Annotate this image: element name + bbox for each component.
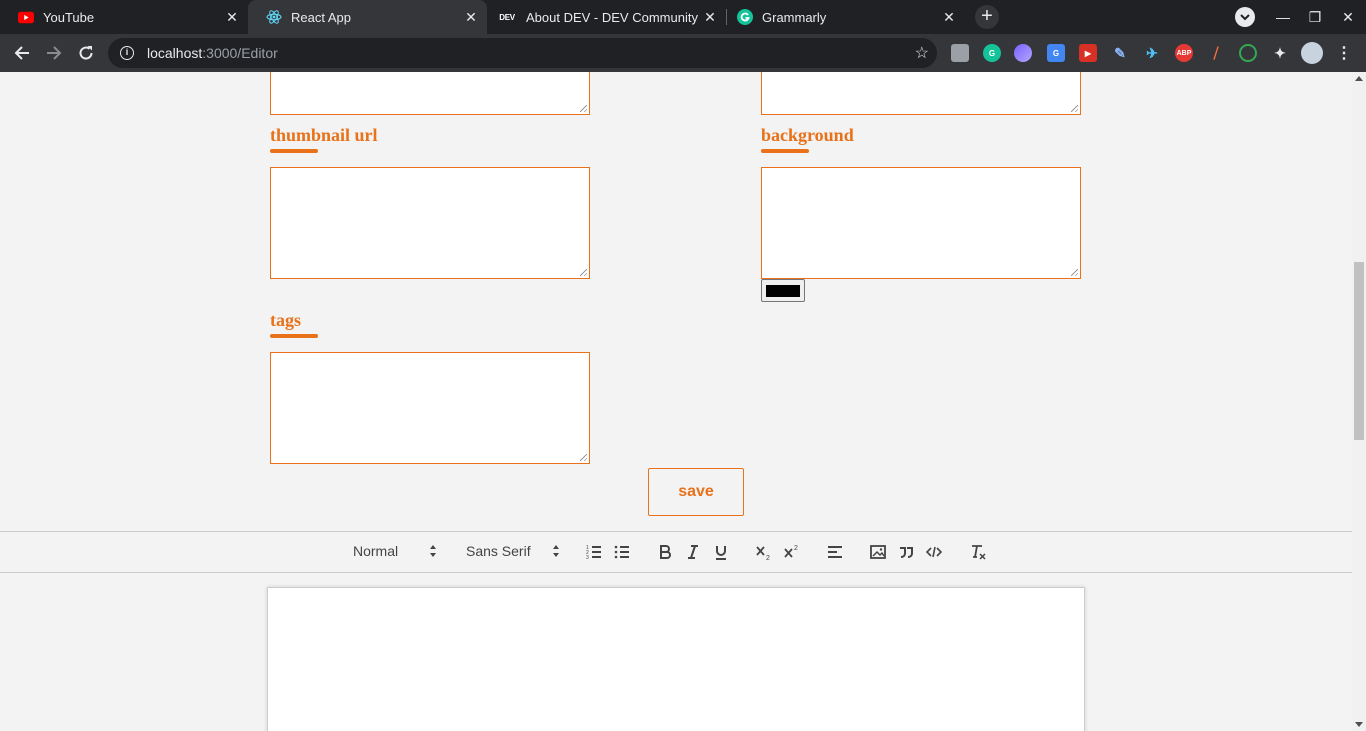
minimize-icon[interactable]: — (1267, 0, 1299, 34)
restore-icon[interactable]: ❐ (1299, 0, 1331, 34)
close-icon[interactable]: ✕ (702, 9, 718, 25)
tags-input[interactable] (270, 352, 590, 464)
tab-search-icon[interactable] (1235, 7, 1255, 27)
scroll-up-icon[interactable] (1355, 76, 1363, 81)
extension-1-icon[interactable] (951, 44, 969, 62)
rich-text-editor[interactable] (267, 587, 1085, 731)
browser-toolbar: i localhost:3000/Editor ☆ G G ▶ ✎ ✈ ABP … (0, 34, 1366, 72)
clear-formatting-icon[interactable] (969, 543, 987, 561)
google-translate-icon[interactable]: G (1047, 44, 1065, 62)
close-icon[interactable]: ✕ (941, 9, 957, 25)
tab-youtube[interactable]: YouTube ✕ (0, 0, 248, 34)
extension-9-icon[interactable]: ⧸ (1207, 44, 1225, 62)
tab-title: Grammarly (762, 9, 827, 25)
menu-kebab-icon[interactable]: ⋮ (1335, 44, 1353, 62)
address-bar[interactable]: i localhost:3000/Editor ☆ (108, 38, 937, 68)
extensions-puzzle-icon[interactable]: ✦ (1271, 44, 1289, 62)
extension-3-icon[interactable] (1014, 44, 1032, 62)
tab-react-app[interactable]: React App ✕ (248, 0, 487, 34)
profile-avatar-icon[interactable] (1301, 42, 1323, 64)
font-select[interactable]: Sans Serif (466, 543, 560, 559)
youtube-icon (18, 9, 34, 25)
textarea-top-left[interactable] (270, 72, 590, 115)
scroll-down-icon[interactable] (1355, 722, 1363, 727)
blockquote-icon[interactable] (897, 543, 915, 561)
extension-7-icon[interactable]: ✈ (1143, 44, 1161, 62)
bold-icon[interactable] (656, 543, 674, 561)
align-icon[interactable] (826, 543, 844, 561)
grammarly-extension-icon[interactable]: G (983, 44, 1001, 62)
browser-tab-bar: YouTube ✕ React App ✕ DEV About DEV - DE… (0, 0, 1366, 34)
close-icon[interactable]: ✕ (224, 9, 240, 25)
bullet-list-icon[interactable] (613, 543, 631, 561)
subscript-icon[interactable]: 2 (755, 543, 773, 561)
forward-icon[interactable] (40, 39, 68, 67)
tab-dev-community[interactable]: DEV About DEV - DEV Community ✕ (487, 0, 726, 34)
tab-grammarly[interactable]: Grammarly ✕ (727, 0, 965, 34)
header-select-value: Normal (353, 543, 399, 559)
svg-text:2: 2 (794, 545, 798, 552)
tags-label: tags (270, 310, 301, 330)
background-input[interactable] (761, 167, 1081, 279)
svg-text:2: 2 (766, 555, 770, 561)
react-icon (266, 9, 282, 25)
page-scrollbar[interactable] (1352, 72, 1366, 731)
close-icon[interactable]: ✕ (463, 9, 479, 25)
scrollbar-thumb[interactable] (1354, 262, 1364, 440)
select-arrows-icon (430, 545, 436, 557)
italic-icon[interactable] (684, 543, 702, 561)
thumbnail-url-input[interactable] (270, 167, 590, 279)
editor-toolbar: Normal Sans Serif 123 2 2 (0, 531, 1352, 573)
svg-text:3: 3 (586, 555, 589, 561)
tab-title: YouTube (43, 9, 95, 25)
label-underline (270, 334, 318, 338)
site-info-icon[interactable]: i (120, 46, 134, 60)
reload-icon[interactable] (72, 39, 100, 67)
underline-icon[interactable] (712, 543, 730, 561)
label-underline (270, 149, 318, 153)
back-icon[interactable] (8, 39, 36, 67)
url-text: localhost:3000/Editor (147, 45, 278, 61)
font-select-value: Sans Serif (466, 543, 531, 559)
extension-5-icon[interactable]: ▶ (1079, 44, 1097, 62)
url-path: :3000/Editor (202, 45, 278, 61)
image-icon[interactable] (869, 543, 887, 561)
extension-6-icon[interactable]: ✎ (1111, 44, 1129, 62)
page-content: thumbnail url background tags save Norma… (0, 72, 1352, 731)
label-underline (761, 149, 809, 153)
background-label: background (761, 125, 854, 145)
grammarly-icon (737, 9, 753, 25)
dev-icon: DEV (499, 12, 515, 22)
color-swatch-fill (766, 285, 800, 297)
window-close-icon[interactable]: ✕ (1332, 0, 1364, 34)
adblock-plus-icon[interactable]: ABP (1175, 44, 1193, 62)
extension-10-icon[interactable] (1239, 44, 1257, 62)
select-arrows-icon (553, 545, 559, 557)
tab-title: React App (291, 9, 351, 25)
bookmark-star-icon[interactable]: ☆ (915, 43, 929, 63)
save-button[interactable]: save (648, 468, 744, 516)
header-select[interactable]: Normal (353, 543, 437, 559)
thumbnail-url-label: thumbnail url (270, 125, 378, 145)
tab-title: About DEV - DEV Community (526, 9, 698, 25)
ordered-list-icon[interactable]: 123 (585, 543, 603, 561)
url-host: localhost (147, 45, 203, 61)
textarea-top-right[interactable] (761, 72, 1081, 115)
superscript-icon[interactable]: 2 (783, 543, 801, 561)
code-block-icon[interactable] (925, 543, 943, 561)
new-tab-button[interactable]: + (975, 5, 999, 29)
background-color-picker[interactable] (761, 279, 805, 302)
